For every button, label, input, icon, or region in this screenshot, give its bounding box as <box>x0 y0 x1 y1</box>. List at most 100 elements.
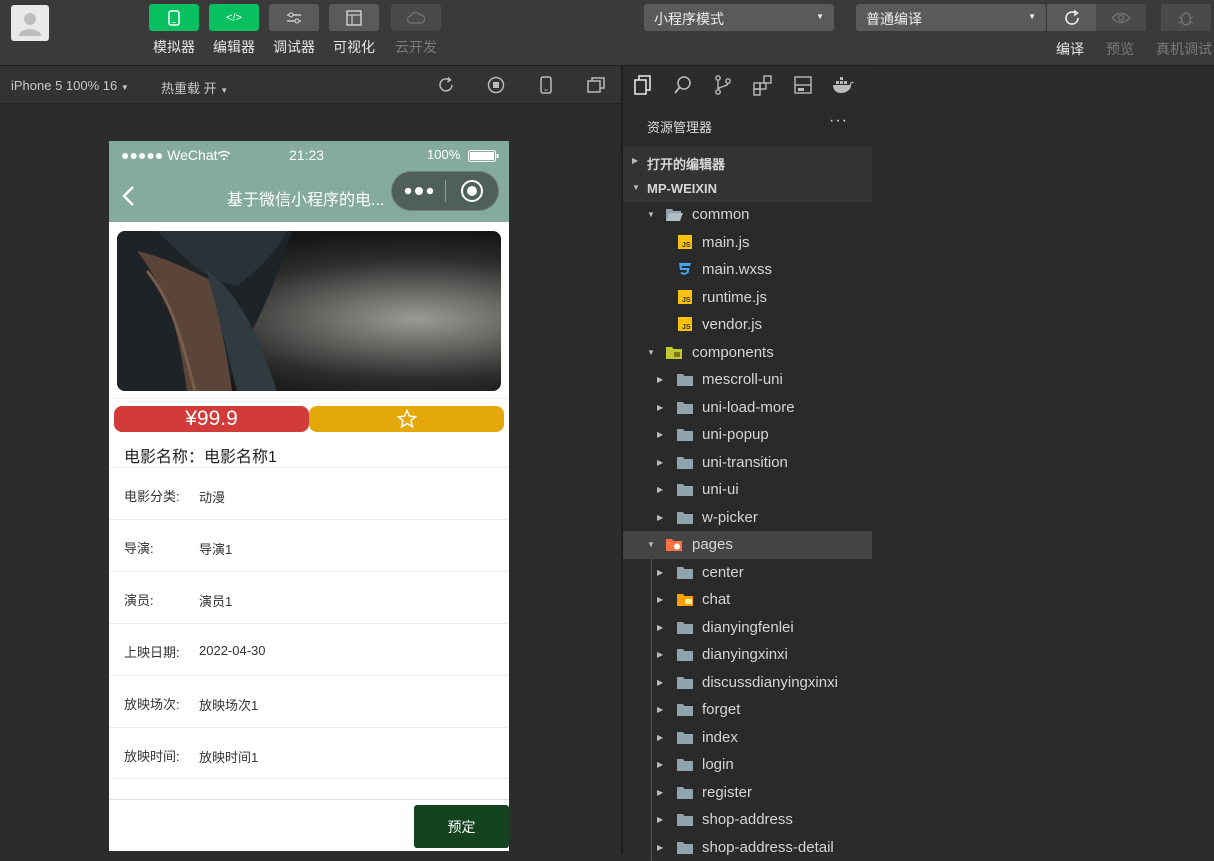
tree-item-label: vendor.js <box>702 316 762 333</box>
compile-button[interactable] <box>1046 4 1096 31</box>
chevron-right-icon: ▶ <box>657 375 663 384</box>
chevron-right-icon: ▶ <box>657 733 663 742</box>
tree-folder-item[interactable]: ▶ login <box>623 751 872 779</box>
chevron-right-icon: ▶ <box>657 513 663 522</box>
tree-folder-item[interactable]: ▶uni-ui <box>623 476 872 504</box>
tree-folder-item[interactable]: ▶shop-address-detail <box>623 834 872 861</box>
tree-folder-item[interactable]: ▶index <box>623 724 872 752</box>
cloud-dev-label: 云开发 <box>391 37 441 57</box>
chevron-right-icon: ▶ <box>657 650 663 659</box>
folder-icon <box>676 729 694 745</box>
chevron-right-icon: ▶ <box>657 705 663 714</box>
carrier: ●●●●● WeChat <box>121 147 218 163</box>
js-file-icon: JS <box>676 234 694 250</box>
tree-folder-item[interactable]: ▼pages <box>623 531 872 559</box>
simulator-button[interactable]: 模拟器 <box>149 4 199 57</box>
tree-folder-item[interactable]: ▶discussdianyingxinxi <box>623 669 872 697</box>
folder-icon <box>676 839 694 855</box>
js-file-icon: JS <box>676 289 694 305</box>
tree-folder-item[interactable]: ▶dianyingfenlei <box>623 614 872 642</box>
tree-file-item[interactable]: JSvendor.js <box>623 311 872 339</box>
mode-select[interactable]: 小程序模式 ▼ <box>644 4 834 31</box>
git-branch-icon[interactable] <box>712 74 734 96</box>
phone-icon[interactable] <box>536 75 556 95</box>
more-icon[interactable]: ··· <box>829 112 848 130</box>
visualize-button[interactable]: 可视化 <box>329 4 379 57</box>
chevron-right-icon: ▶ <box>657 623 663 632</box>
tree-folder-item[interactable]: ▶register <box>623 779 872 807</box>
editor-label: 编辑器 <box>209 37 259 57</box>
open-editors-section[interactable]: ▶ 打开的编辑器 <box>623 147 872 175</box>
folder-icon <box>676 564 694 580</box>
preview-button[interactable] <box>1096 4 1146 31</box>
new-window-icon[interactable] <box>586 75 606 95</box>
chevron-right-icon: ▶ <box>657 760 663 769</box>
more-dots-icon[interactable] <box>392 186 445 196</box>
tree-folder-item[interactable]: ▶uni-popup <box>623 421 872 449</box>
status-time: 21:23 <box>289 147 324 163</box>
chevron-right-icon: ▶ <box>657 568 663 577</box>
book-button[interactable]: 预定 <box>414 805 509 848</box>
cloud-dev-button[interactable]: 云开发 <box>391 4 441 57</box>
tree-folder-item[interactable]: ▶center <box>623 559 872 587</box>
tree-folder-item[interactable]: ▶uni-load-more <box>623 394 872 422</box>
tree-file-item[interactable]: main.wxss <box>623 256 872 284</box>
tree-folder-item[interactable]: ▶ mescroll-uni <box>623 366 872 394</box>
remote-debug-label: 真机调试 <box>1156 39 1212 59</box>
tree-item-label: mescroll-uni <box>702 371 783 388</box>
device-select[interactable]: iPhone 5 100% 16 ▼ <box>11 78 129 93</box>
user-avatar[interactable] <box>11 5 49 41</box>
detail-row: 放映场次: 放映场次1 <box>109 675 509 727</box>
movie-banner-image[interactable] <box>117 231 501 391</box>
tree-folder-item[interactable]: ▼common <box>623 201 872 229</box>
tree-item-label: register <box>702 784 752 801</box>
folder-icon <box>676 784 694 800</box>
chevron-right-icon: ▶ <box>657 458 663 467</box>
compile-select[interactable]: 普通编译 ▼ <box>856 4 1046 31</box>
search-icon[interactable] <box>672 74 694 96</box>
detail-value: 放映场次1 <box>199 695 258 714</box>
refresh-icon <box>1063 9 1081 27</box>
chevron-right-icon: ▶ <box>657 485 663 494</box>
extensions-icon[interactable] <box>752 74 774 96</box>
tree-folder-item[interactable]: ▶dianyingxinxi <box>623 641 872 669</box>
tree-folder-item[interactable]: ▶shop-address <box>623 806 872 834</box>
editor-button[interactable]: </> 编辑器 <box>209 4 259 57</box>
tree-item-label: login <box>702 756 734 773</box>
debugger-button[interactable]: 调试器 <box>269 4 319 57</box>
components-folder-icon <box>665 344 683 360</box>
close-miniprogram-icon[interactable] <box>446 179 498 203</box>
favorite-button[interactable] <box>309 406 504 432</box>
eye-icon <box>1111 12 1131 24</box>
files-icon[interactable] <box>632 74 654 96</box>
remote-debug-button[interactable] <box>1161 4 1211 31</box>
docker-icon[interactable] <box>832 74 854 96</box>
tree-folder-item[interactable]: ▶w-picker <box>623 504 872 532</box>
tree-folder-item[interactable]: ▼components <box>623 339 872 367</box>
tree-file-item[interactable]: JSmain.js <box>623 229 872 257</box>
divider <box>109 398 509 399</box>
project-section[interactable]: ▼ MP-WEIXIN <box>623 174 872 202</box>
tree-folder-item[interactable]: ▶chat <box>623 586 872 614</box>
status-bar: ●●●●● WeChat 21:23 100% <box>109 147 509 165</box>
tree-folder-item[interactable]: ▶ uni-transition <box>623 449 872 477</box>
tree-item-label: runtime.js <box>702 289 767 306</box>
back-icon[interactable] <box>121 185 135 212</box>
hot-reload-select[interactable]: 热重载 开 ▼ <box>161 78 228 97</box>
css-file-icon <box>676 261 694 277</box>
chevron-down-icon: ▼ <box>121 83 129 92</box>
folder-icon <box>676 674 694 690</box>
chevron-down-icon: ▼ <box>632 183 640 192</box>
chevron-down-icon: ▼ <box>1028 12 1036 21</box>
tree-item-label: pages <box>692 536 733 553</box>
tree-file-item[interactable]: JS runtime.js <box>623 284 872 312</box>
rotate-icon[interactable] <box>436 75 456 95</box>
tree-item-label: uni-transition <box>702 454 788 471</box>
storage-icon[interactable] <box>792 74 814 96</box>
activity-bar <box>623 66 872 104</box>
tree-folder-item[interactable]: ▶forget <box>623 696 872 724</box>
explorer-title: 资源管理器 <box>647 117 712 136</box>
folder-icon <box>676 371 694 387</box>
stop-icon[interactable] <box>486 75 506 95</box>
folder-icon <box>676 646 694 662</box>
